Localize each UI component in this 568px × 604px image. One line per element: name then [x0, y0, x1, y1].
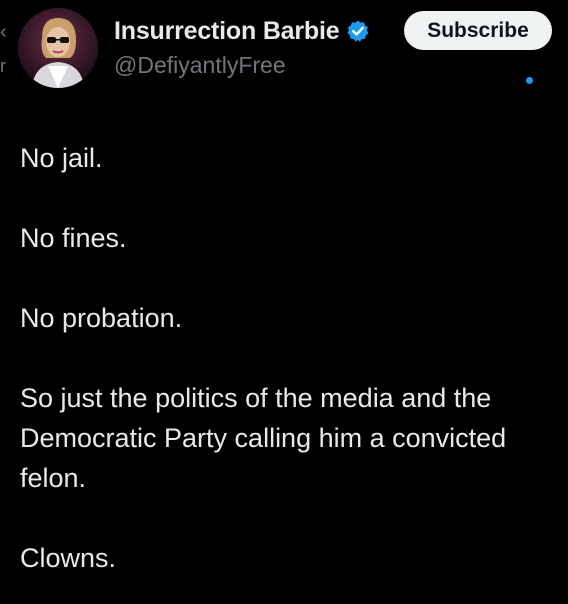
- author-display-name[interactable]: Insurrection Barbie: [114, 17, 340, 46]
- subscribe-button[interactable]: Subscribe: [404, 11, 552, 50]
- tweet-paragraph: No jail.: [20, 143, 103, 173]
- avatar[interactable]: [18, 8, 98, 88]
- edge-fragment-icon: r: [0, 56, 6, 76]
- notification-dot-icon: [526, 77, 533, 84]
- avatar-portrait-icon: [18, 8, 98, 88]
- tweet-text: No jail. No fines. No probation. So just…: [20, 138, 560, 578]
- tweet-paragraph: So just the politics of the media and th…: [20, 383, 507, 493]
- tweet-paragraph: Clowns.: [20, 543, 117, 573]
- author-handle[interactable]: @DefiyantlyFree: [114, 52, 286, 79]
- tweet-paragraph: No fines.: [20, 223, 127, 253]
- verified-badge-icon: [347, 20, 369, 42]
- back-chevron-icon[interactable]: ‹: [0, 22, 7, 42]
- author-name-row[interactable]: Insurrection Barbie: [114, 14, 370, 48]
- tweet-paragraph: No probation.: [20, 303, 183, 333]
